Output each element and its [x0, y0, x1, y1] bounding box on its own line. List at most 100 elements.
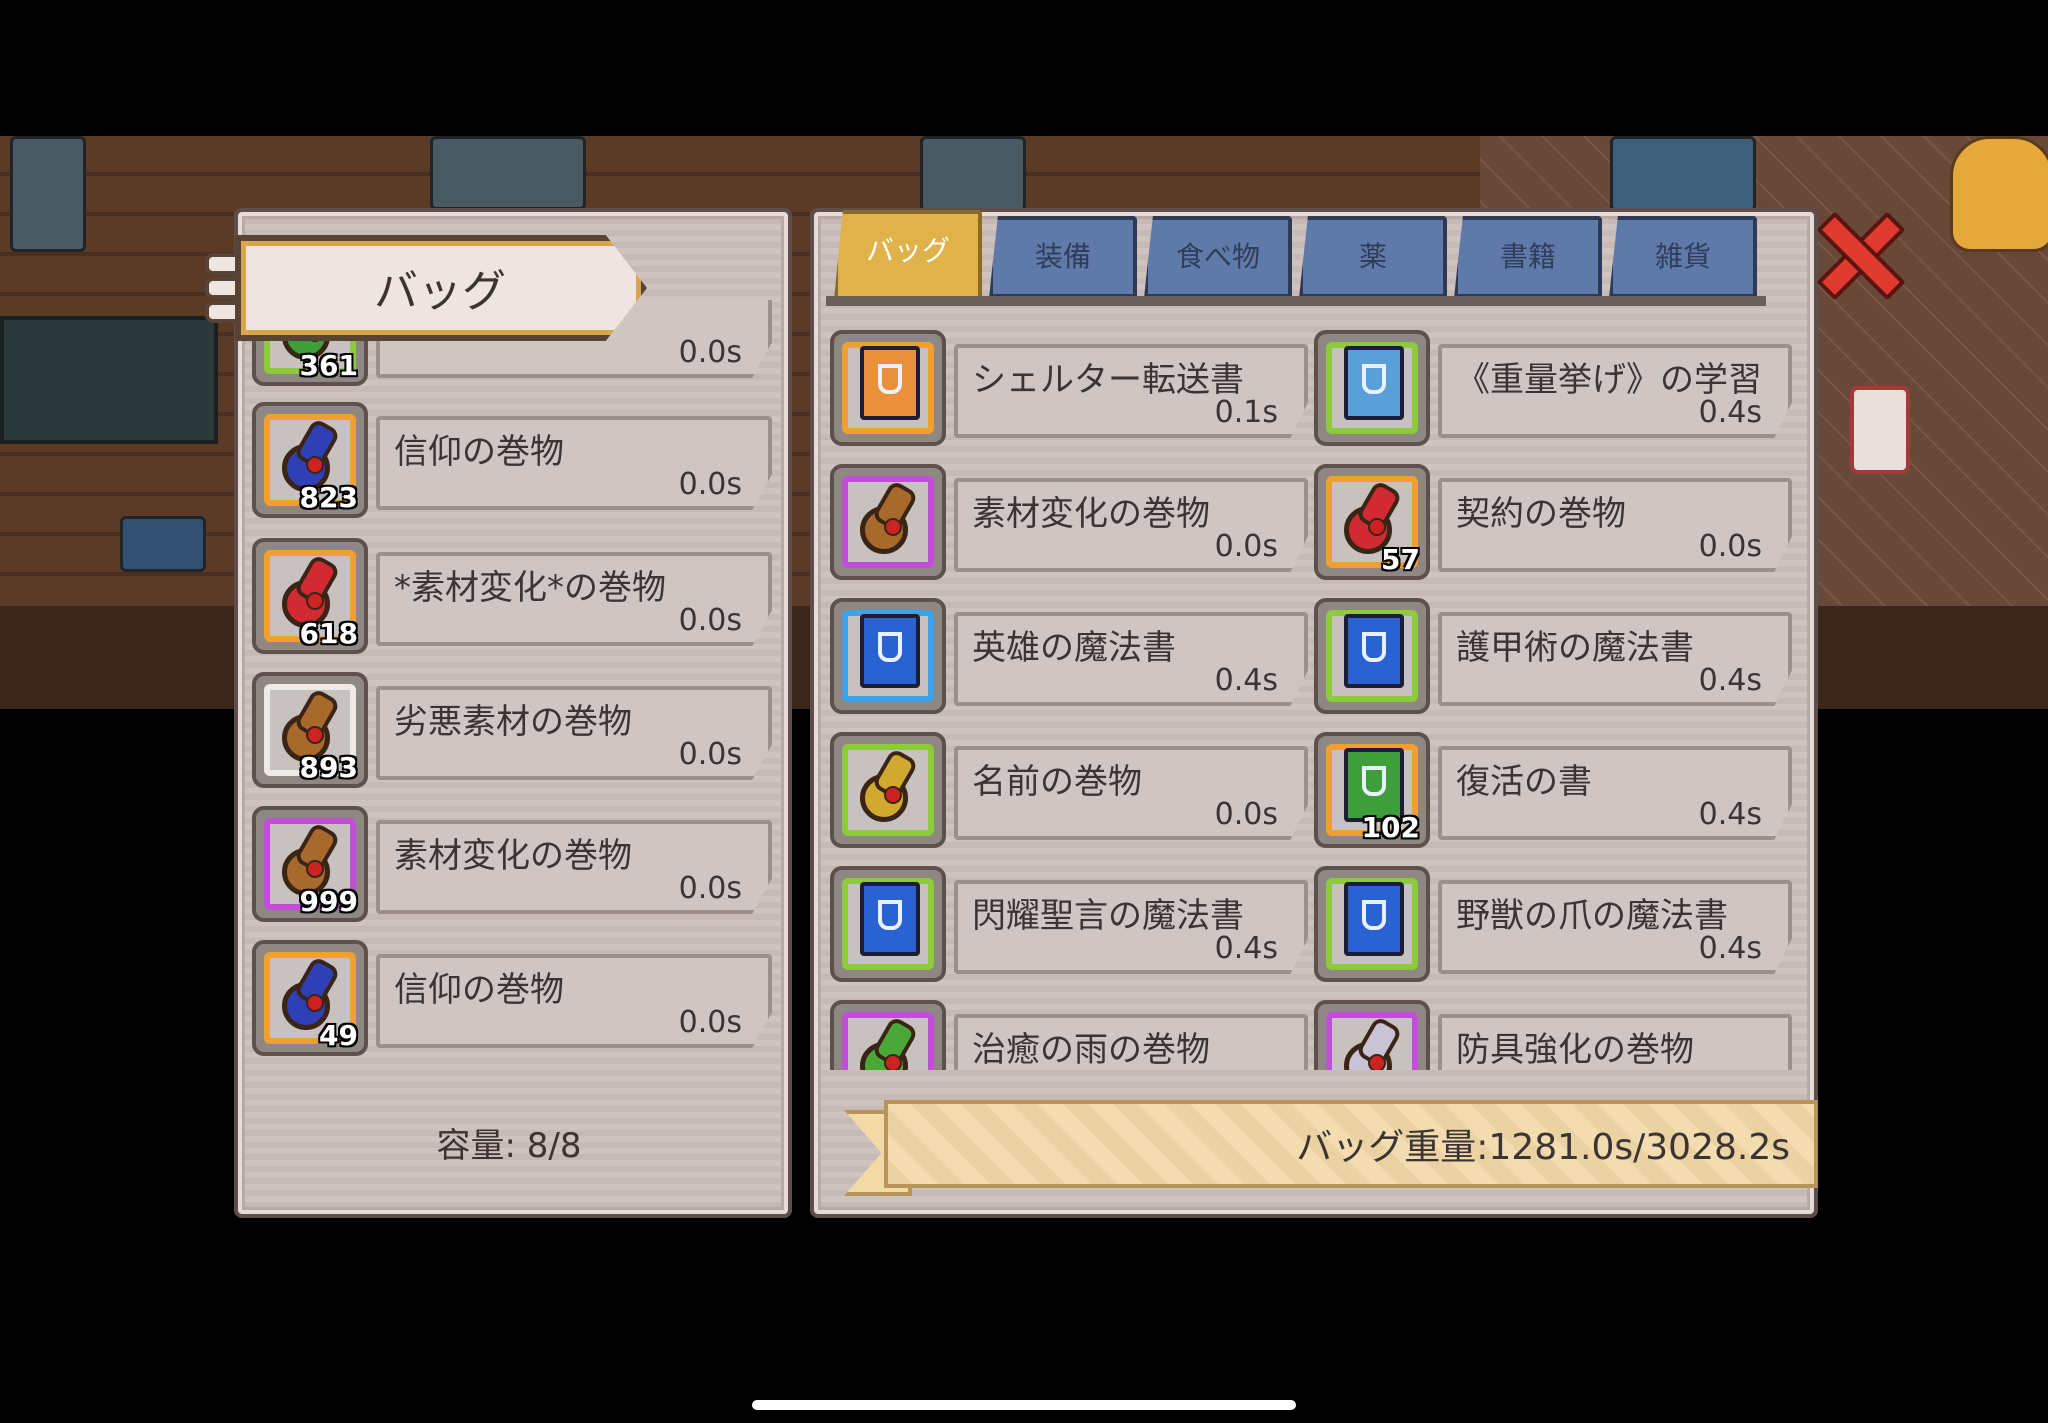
item-name: 護甲術の魔法書 [1456, 628, 1694, 668]
item-slot[interactable]: 102 [1314, 732, 1430, 848]
item-weight: 0.0s [678, 603, 742, 638]
inventory-grid-item[interactable]: 護甲術の魔法書 0.4s [1314, 598, 1794, 724]
inventory-grid-item[interactable]: 防具強化の巻物 [1314, 1000, 1794, 1070]
bag-title: バッグ [374, 266, 506, 317]
item-slot[interactable] [830, 866, 946, 982]
item-plate: 名前の巻物 0.0s [954, 746, 1308, 840]
inventory-grid-item[interactable]: 野獣の爪の魔法書 0.4s [1314, 866, 1794, 992]
inventory-grid-item[interactable]: 名前の巻物 0.0s [830, 732, 1310, 858]
tab-2[interactable]: 食べ物 [1144, 216, 1292, 298]
home-indicator[interactable] [752, 1400, 1296, 1410]
tab-5[interactable]: 雑貨 [1609, 216, 1757, 298]
item-weight: 0.4s [1214, 931, 1278, 966]
tab-4[interactable]: 書籍 [1454, 216, 1602, 298]
item-slot[interactable] [1314, 866, 1430, 982]
item-slot[interactable]: 618 [252, 538, 368, 654]
item-name: シェルター転送書 [972, 360, 1244, 400]
wax-seal [306, 592, 324, 610]
item-plate: 劣悪素材の巻物 0.0s [376, 686, 772, 780]
item-slot[interactable] [830, 330, 946, 446]
bag-weight-text: バッグ重量:1281.0s/3028.2s [1296, 1127, 1790, 1168]
item-plate: 治癒の雨の巻物 [954, 1014, 1308, 1070]
item-slot[interactable] [830, 1000, 946, 1070]
book-icon [860, 614, 920, 688]
wax-seal [306, 726, 324, 744]
item-plate: 英雄の魔法書 0.4s [954, 612, 1308, 706]
painting-prop [1610, 136, 1756, 212]
book-icon [1344, 882, 1404, 956]
item-slot[interactable] [1314, 598, 1430, 714]
item-name: *素材変化*の巻物 [394, 568, 666, 608]
book-icon [1344, 346, 1404, 420]
item-name: 信仰の巻物 [394, 970, 564, 1010]
item-count: 361 [299, 349, 358, 382]
bag-list-item[interactable]: 49 信仰の巻物 0.0s [252, 940, 772, 1066]
item-slot[interactable] [830, 464, 946, 580]
inventory-grid-item[interactable]: 57 契約の巻物 0.0s [1314, 464, 1794, 590]
wax-seal [884, 518, 902, 536]
item-plate: 防具強化の巻物 [1438, 1014, 1792, 1070]
item-slot[interactable]: 823 [252, 402, 368, 518]
item-slot[interactable]: 57 [1314, 464, 1430, 580]
stove-prop [920, 136, 1026, 212]
item-plate: 契約の巻物 0.0s [1438, 478, 1792, 572]
inventory-grid-item[interactable]: 治癒の雨の巻物 [830, 1000, 1310, 1070]
item-weight: 0.4s [1214, 663, 1278, 698]
inventory-grid-item[interactable]: 素材変化の巻物 0.0s [830, 464, 1310, 590]
wax-seal [306, 994, 324, 1012]
inventory-grid-item[interactable]: シェルター転送書 0.1s [830, 330, 1310, 456]
book-emblem [1362, 632, 1386, 662]
bag-title-banner: バッグ [205, 235, 670, 341]
item-plate: 閃耀聖言の魔法書 0.4s [954, 880, 1308, 974]
inventory-grid-item[interactable]: 英雄の魔法書 0.4s [830, 598, 1310, 724]
bag-list-item[interactable]: 893 劣悪素材の巻物 0.0s [252, 672, 772, 798]
bag-list-item[interactable]: 999 素材変化の巻物 0.0s [252, 806, 772, 932]
item-name: 野獣の爪の魔法書 [1456, 896, 1728, 936]
item-weight: 0.0s [678, 467, 742, 502]
item-count: 49 [319, 1019, 358, 1052]
inventory-grid-item[interactable]: 102 復活の書 0.4s [1314, 732, 1794, 858]
scroll-icon [854, 1015, 920, 1070]
item-weight: 0.0s [1214, 529, 1278, 564]
item-name: 契約の巻物 [1456, 494, 1626, 534]
item-weight: 0.1s [1214, 395, 1278, 430]
book-emblem [1362, 766, 1386, 796]
bag-list-item[interactable]: 823 信仰の巻物 0.0s [252, 402, 772, 528]
inventory-grid-item[interactable]: 《重量挙げ》の学習 0.4s [1314, 330, 1794, 456]
item-slot[interactable] [1314, 1000, 1430, 1070]
item-count: 893 [299, 751, 358, 784]
tab-0[interactable]: バッグ [834, 210, 982, 300]
close-icon[interactable] [1816, 211, 1906, 301]
scroll-icon [854, 479, 920, 554]
item-name: 素材変化の巻物 [972, 494, 1210, 534]
item-name: 劣悪素材の巻物 [394, 702, 632, 742]
item-weight: 0.0s [1698, 529, 1762, 564]
book-emblem [878, 900, 902, 930]
item-plate: 護甲術の魔法書 0.4s [1438, 612, 1792, 706]
item-weight: 0.0s [678, 737, 742, 772]
wax-seal [1368, 1054, 1386, 1070]
wax-seal [1368, 518, 1386, 536]
item-plate: 信仰の巻物 0.0s [376, 954, 772, 1048]
item-slot[interactable]: 49 [252, 940, 368, 1056]
inventory-grid-item[interactable]: 閃耀聖言の魔法書 0.4s [830, 866, 1310, 992]
book-emblem [1362, 364, 1386, 394]
bag-list-item[interactable]: 618 *素材変化*の巻物 0.0s [252, 538, 772, 664]
item-name: 名前の巻物 [972, 762, 1142, 802]
item-weight: 0.0s [678, 871, 742, 906]
item-slot[interactable] [830, 598, 946, 714]
item-plate: *素材変化*の巻物 0.0s [376, 552, 772, 646]
tab-1[interactable]: 装備 [989, 216, 1137, 298]
tab-3[interactable]: 薬 [1299, 216, 1447, 298]
book-icon [1344, 614, 1404, 688]
book-icon [860, 346, 920, 420]
inventory-grid: シェルター転送書 0.1s 《重量挙げ》の学習 0.4s 素材変化の巻物 0.0s 57 契約… [826, 318, 1794, 1070]
item-plate: 《重量挙げ》の学習 0.4s [1438, 344, 1792, 438]
item-count: 999 [299, 885, 358, 918]
item-slot[interactable]: 999 [252, 806, 368, 922]
item-weight: 0.0s [678, 1005, 742, 1040]
item-slot[interactable]: 893 [252, 672, 368, 788]
item-slot[interactable] [1314, 330, 1430, 446]
item-name: 治癒の雨の巻物 [972, 1030, 1210, 1070]
item-slot[interactable] [830, 732, 946, 848]
